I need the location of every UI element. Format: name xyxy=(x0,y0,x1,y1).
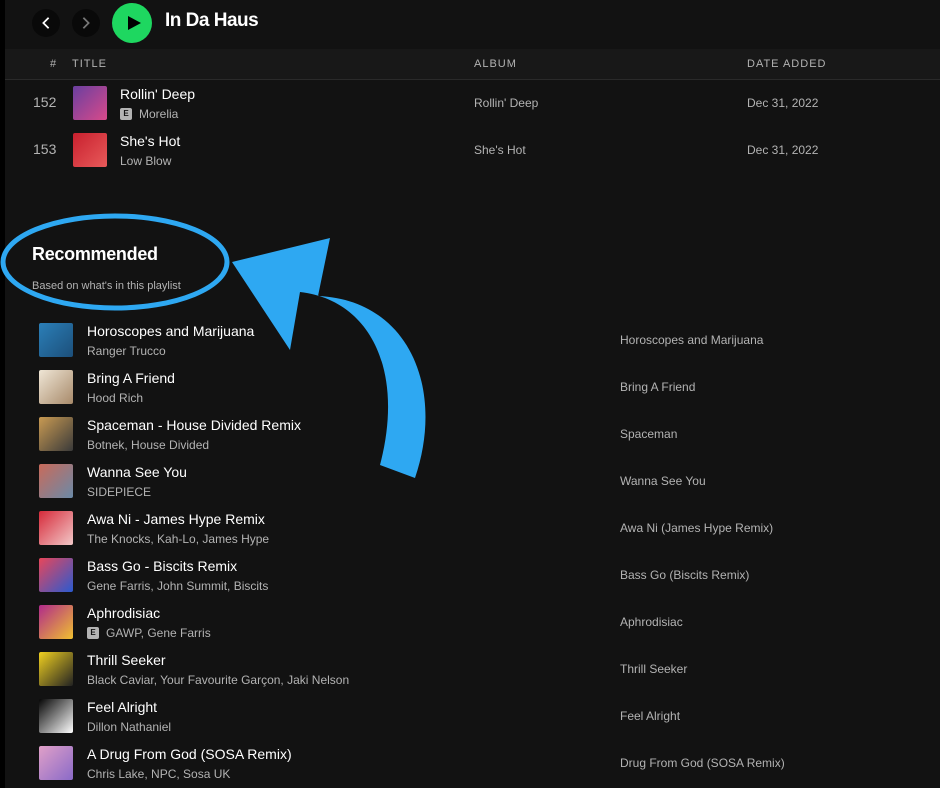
playlist-view: In Da Haus # TITLE ALBUM DATE ADDED 152 … xyxy=(5,0,940,788)
rec-track-artists[interactable]: Botnek, House Divided xyxy=(87,438,209,452)
album-cover xyxy=(39,511,73,545)
rec-track-artists[interactable]: Ranger Trucco xyxy=(87,344,166,358)
rec-track-title[interactable]: Bass Go - Biscits Remix xyxy=(87,558,237,574)
rec-artists-line: Hood Rich xyxy=(87,391,143,405)
track-artists[interactable]: Low Blow xyxy=(120,154,171,168)
rec-track-album[interactable]: Bring A Friend xyxy=(620,380,695,394)
track-title[interactable]: She's Hot xyxy=(120,133,180,149)
header-date-added[interactable]: DATE ADDED xyxy=(747,58,826,70)
recommended-row[interactable]: Bring A Friend Hood Rich Bring A Friend xyxy=(5,364,940,411)
rec-track-title[interactable]: Feel Alright xyxy=(87,699,157,715)
album-cover xyxy=(39,558,73,592)
play-button[interactable] xyxy=(112,3,152,43)
rec-track-artists[interactable]: Black Caviar, Your Favourite Garçon, Jak… xyxy=(87,673,349,687)
recommended-row[interactable]: Spaceman - House Divided Remix Botnek, H… xyxy=(5,411,940,458)
recommended-row[interactable]: Bass Go - Biscits Remix Gene Farris, Joh… xyxy=(5,552,940,599)
recommended-row[interactable]: Feel Alright Dillon Nathaniel Feel Alrig… xyxy=(5,693,940,740)
track-artists-line: E Morelia xyxy=(120,107,178,121)
rec-track-artists[interactable]: Dillon Nathaniel xyxy=(87,720,171,734)
album-cover xyxy=(39,699,73,733)
recommended-row[interactable]: Wanna See You SIDEPIECE Wanna See You xyxy=(5,458,940,505)
track-artists-line: Low Blow xyxy=(120,154,171,168)
rec-track-title[interactable]: Aphrodisiac xyxy=(87,605,160,621)
explicit-badge: E xyxy=(120,108,132,120)
rec-track-artists[interactable]: Chris Lake, NPC, Sosa UK xyxy=(87,767,230,781)
explicit-badge: E xyxy=(87,627,99,639)
track-date-added: Dec 31, 2022 xyxy=(747,143,819,157)
back-button[interactable] xyxy=(32,9,60,37)
rec-track-album[interactable]: Thrill Seeker xyxy=(620,662,687,676)
album-cover xyxy=(73,133,107,167)
album-cover xyxy=(39,605,73,639)
rec-track-album[interactable]: Horoscopes and Marijuana xyxy=(620,333,763,347)
rec-track-title[interactable]: Thrill Seeker xyxy=(87,652,166,668)
rec-artists-line: SIDEPIECE xyxy=(87,485,151,499)
rec-track-album[interactable]: Wanna See You xyxy=(620,474,706,488)
recommended-row[interactable]: Thrill Seeker Black Caviar, Your Favouri… xyxy=(5,646,940,693)
rec-artists-line: Chris Lake, NPC, Sosa UK xyxy=(87,767,230,781)
rec-track-title[interactable]: Awa Ni - James Hype Remix xyxy=(87,511,265,527)
track-number: 152 xyxy=(33,94,57,110)
album-cover xyxy=(39,652,73,686)
track-date-added: Dec 31, 2022 xyxy=(747,96,819,110)
rec-track-artists[interactable]: Hood Rich xyxy=(87,391,143,405)
rec-track-title[interactable]: Bring A Friend xyxy=(87,370,175,386)
rec-artists-line: Dillon Nathaniel xyxy=(87,720,171,734)
rec-track-album[interactable]: Aphrodisiac xyxy=(620,615,683,629)
top-bar: In Da Haus xyxy=(5,0,940,48)
rec-track-album[interactable]: Drug From God (SOSA Remix) xyxy=(620,756,785,770)
rec-track-artists[interactable]: The Knocks, Kah-Lo, James Hype xyxy=(87,532,269,546)
track-table-header: # TITLE ALBUM DATE ADDED xyxy=(5,49,940,80)
track-row[interactable]: 153 She's Hot Low Blow She's Hot Dec 31,… xyxy=(5,127,940,174)
album-cover xyxy=(39,323,73,357)
rec-artists-line: The Knocks, Kah-Lo, James Hype xyxy=(87,532,269,546)
rec-track-title[interactable]: A Drug From God (SOSA Remix) xyxy=(87,746,292,762)
rec-track-album[interactable]: Awa Ni (James Hype Remix) xyxy=(620,521,773,535)
album-cover xyxy=(39,417,73,451)
chevron-right-icon xyxy=(82,17,90,29)
recommended-subtitle: Based on what's in this playlist xyxy=(32,280,181,292)
rec-track-artists[interactable]: GAWP, Gene Farris xyxy=(106,626,211,640)
chevron-left-icon xyxy=(42,17,50,29)
rec-artists-line: Ranger Trucco xyxy=(87,344,166,358)
album-cover xyxy=(73,86,107,120)
header-title[interactable]: TITLE xyxy=(72,58,107,70)
rec-track-artists[interactable]: Gene Farris, John Summit, Biscits xyxy=(87,579,268,593)
rec-artists-line: Black Caviar, Your Favourite Garçon, Jak… xyxy=(87,673,349,687)
rec-track-title[interactable]: Horoscopes and Marijuana xyxy=(87,323,254,339)
playlist-title: In Da Haus xyxy=(165,10,259,31)
track-number: 153 xyxy=(33,141,57,157)
track-artists[interactable]: Morelia xyxy=(139,107,178,121)
rec-track-album[interactable]: Spaceman xyxy=(620,427,677,441)
recommended-row[interactable]: Horoscopes and Marijuana Ranger Trucco H… xyxy=(5,317,940,364)
album-cover xyxy=(39,746,73,780)
recommended-row[interactable]: A Drug From God (SOSA Remix) Chris Lake,… xyxy=(5,740,940,787)
album-cover xyxy=(39,370,73,404)
rec-artists-line: E GAWP, Gene Farris xyxy=(87,626,211,640)
track-title[interactable]: Rollin' Deep xyxy=(120,86,195,102)
rec-track-album[interactable]: Feel Alright xyxy=(620,709,680,723)
rec-track-album[interactable]: Bass Go (Biscits Remix) xyxy=(620,568,749,582)
track-album[interactable]: She's Hot xyxy=(474,143,526,157)
header-num: # xyxy=(50,58,58,70)
rec-track-title[interactable]: Spaceman - House Divided Remix xyxy=(87,417,301,433)
album-cover xyxy=(39,464,73,498)
rec-artists-line: Botnek, House Divided xyxy=(87,438,209,452)
track-album[interactable]: Rollin' Deep xyxy=(474,96,538,110)
recommended-row[interactable]: Awa Ni - James Hype Remix The Knocks, Ka… xyxy=(5,505,940,552)
play-icon xyxy=(127,16,141,30)
rec-track-artists[interactable]: SIDEPIECE xyxy=(87,485,151,499)
recommended-heading: Recommended xyxy=(32,244,158,264)
rec-track-title[interactable]: Wanna See You xyxy=(87,464,187,480)
track-row[interactable]: 152 Rollin' Deep E Morelia Rollin' Deep D… xyxy=(5,80,940,127)
recommended-row[interactable]: Aphrodisiac E GAWP, Gene Farris Aphrodisi… xyxy=(5,599,940,646)
rec-artists-line: Gene Farris, John Summit, Biscits xyxy=(87,579,268,593)
header-album[interactable]: ALBUM xyxy=(474,58,517,70)
forward-button[interactable] xyxy=(72,9,100,37)
